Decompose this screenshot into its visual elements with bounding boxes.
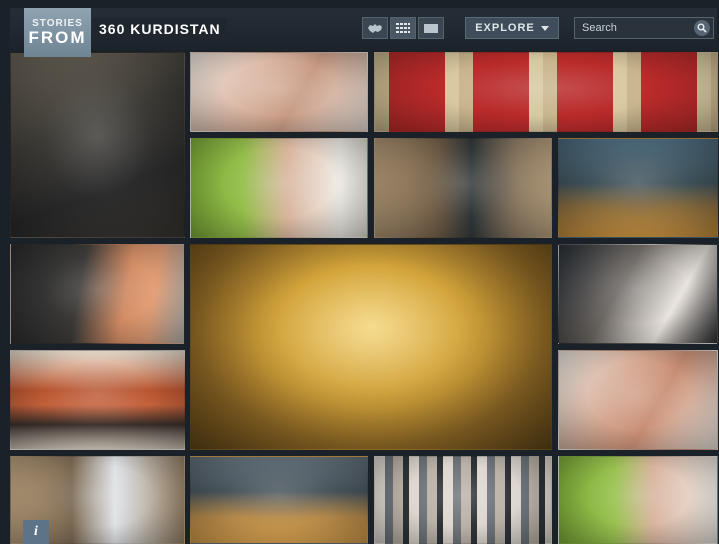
list-icon: [424, 23, 438, 33]
photo-tile-jars-vendor[interactable]: [10, 350, 185, 450]
map-icon: [368, 23, 382, 33]
explore-label: EXPLORE: [475, 22, 535, 34]
list-view-button[interactable]: [418, 17, 444, 39]
photo-tile-fabric-shop[interactable]: [374, 456, 552, 544]
photo-tile-rug[interactable]: [374, 52, 718, 132]
photo-tile-market-vendor[interactable]: [190, 456, 368, 544]
photo-tile-hands-2[interactable]: [558, 350, 718, 450]
photo-tile-hands-1[interactable]: [190, 52, 368, 132]
photo-tile-woman-headscarf-1[interactable]: [190, 138, 368, 238]
photo-tile-blessing[interactable]: [558, 244, 718, 344]
search-input[interactable]: [575, 18, 693, 38]
search-box: [574, 17, 714, 39]
site-logo[interactable]: STORIES FROM: [24, 8, 91, 57]
photo-tile-elder-man[interactable]: [10, 52, 185, 238]
photo-tile-girl-headscarf[interactable]: [10, 244, 185, 344]
photo-tile-pastry-vendor[interactable]: [558, 138, 718, 238]
view-switcher: [362, 17, 444, 39]
chevron-down-icon: [540, 25, 549, 31]
info-button[interactable]: i: [23, 520, 49, 544]
photo-mosaic: [0, 0, 719, 544]
grid-icon: [396, 23, 410, 33]
site-title: 360 KURDISTAN: [93, 18, 227, 40]
photo-tile-gold-merchant[interactable]: [190, 244, 552, 450]
search-button[interactable]: [694, 20, 710, 36]
map-view-button[interactable]: [362, 17, 388, 39]
search-icon: [697, 23, 707, 33]
explore-button[interactable]: EXPLORE: [465, 17, 559, 39]
grid-view-button[interactable]: [390, 17, 416, 39]
photo-tile-shop-man-1[interactable]: [374, 138, 552, 238]
logo-bottom-text: FROM: [28, 28, 87, 47]
photo-tile-woman-headscarf-2[interactable]: [558, 456, 718, 544]
